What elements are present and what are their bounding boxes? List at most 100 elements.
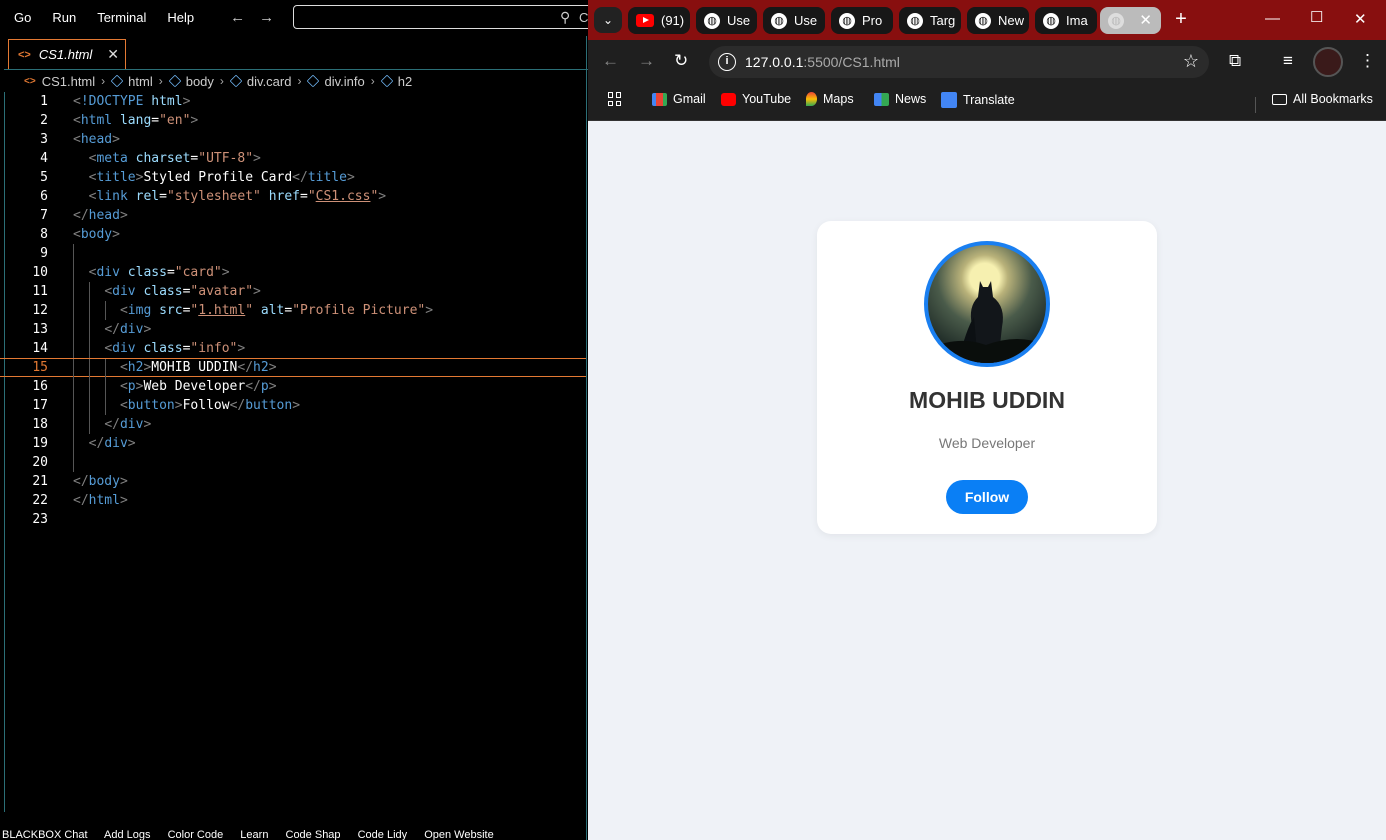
- code-line[interactable]: 12 <img src="1.html" alt="Profile Pictur…: [0, 301, 586, 320]
- code-token: >: [119, 474, 128, 489]
- back-arrow-icon[interactable]: ←: [230, 9, 245, 26]
- close-icon[interactable]: ✕: [1139, 11, 1152, 29]
- bookmark-youtube[interactable]: YouTube: [721, 92, 791, 106]
- breadcrumb-item[interactable]: div.info: [324, 74, 364, 89]
- media-queue-icon[interactable]: ≡: [1283, 51, 1293, 71]
- code-line[interactable]: 5 <title>Styled Profile Card</title>: [0, 168, 586, 187]
- code-text: <title>Styled Profile Card</title>: [73, 168, 355, 187]
- browser-tab[interactable]: ◍ Use: [763, 7, 825, 34]
- menu-help[interactable]: Help: [156, 10, 204, 25]
- kebab-menu-icon[interactable]: ⋮: [1359, 51, 1376, 71]
- code-line[interactable]: 10 <div class="card">: [0, 263, 586, 282]
- maximize-icon[interactable]: ☐: [1310, 8, 1323, 26]
- breadcrumb-item[interactable]: html: [128, 74, 153, 89]
- window-close-icon[interactable]: ✕: [1354, 10, 1367, 28]
- code-line[interactable]: 9: [0, 244, 586, 263]
- code-line[interactable]: 15 <h2>MOHIB UDDIN</h2>: [0, 358, 586, 378]
- breadcrumb-item[interactable]: CS1.html: [42, 74, 95, 89]
- code-token: "Profile Picture": [292, 303, 426, 318]
- code-line[interactable]: 11 <div class="avatar">: [0, 282, 586, 301]
- breadcrumb-item[interactable]: div.card: [247, 74, 292, 89]
- bookmark-star-icon[interactable]: ☆: [1183, 51, 1199, 72]
- status-item[interactable]: Color Code: [168, 830, 224, 840]
- forward-arrow-icon[interactable]: →: [638, 51, 655, 71]
- code-line[interactable]: 14 <div class="info">: [0, 339, 586, 358]
- code-token: </: [104, 322, 120, 337]
- bookmark-maps[interactable]: Maps: [806, 92, 854, 106]
- code-line[interactable]: 16 <p>Web Developer</p>: [0, 377, 586, 396]
- line-number: 7: [40, 208, 48, 223]
- bookmark-gmail[interactable]: Gmail: [652, 92, 706, 106]
- code-token: title: [307, 170, 347, 185]
- editor-tab-cs1[interactable]: <> CS1.html ✕: [8, 39, 126, 69]
- follow-button[interactable]: Follow: [946, 480, 1028, 514]
- line-number: 20: [32, 455, 48, 470]
- code-area[interactable]: 1 <!DOCTYPE html> 2 <html lang="en"> 3 <head>…: [0, 92, 586, 529]
- apps-grid-icon[interactable]: [608, 92, 622, 106]
- breadcrumb-item[interactable]: h2: [398, 74, 412, 89]
- globe-icon: ◍: [907, 12, 923, 29]
- line-number: 19: [32, 436, 48, 451]
- all-bookmarks-button[interactable]: All Bookmarks: [1272, 92, 1373, 106]
- command-center-search[interactable]: ⚲ C: [293, 5, 593, 29]
- code-line[interactable]: 21 </body>: [0, 472, 586, 491]
- status-item[interactable]: Code Shap: [286, 830, 341, 840]
- browser-tab[interactable]: ◍ New: [967, 7, 1029, 34]
- code-token: >: [174, 398, 183, 413]
- tab-search-chevron-icon[interactable]: ⌄: [594, 7, 622, 33]
- code-line[interactable]: 20: [0, 453, 586, 472]
- code-line[interactable]: 19 </div>: [0, 434, 586, 453]
- code-token: ": [245, 303, 254, 318]
- status-item[interactable]: Code Lidy: [358, 830, 408, 840]
- bookmark-news[interactable]: News: [874, 92, 926, 106]
- profile-avatar[interactable]: [1313, 47, 1343, 77]
- all-bookmarks-label: All Bookmarks: [1293, 92, 1373, 106]
- code-line[interactable]: 3 <head>: [0, 130, 586, 149]
- browser-tab[interactable]: (91): [628, 7, 690, 34]
- code-token: alt: [260, 303, 285, 318]
- back-arrow-icon[interactable]: ←: [602, 51, 619, 71]
- code-token: MOHIB UDDIN: [151, 360, 238, 375]
- site-info-icon[interactable]: i: [718, 53, 736, 71]
- menu-run[interactable]: Run: [41, 10, 86, 25]
- status-item[interactable]: Add Logs: [104, 830, 150, 840]
- code-token: p: [127, 379, 136, 394]
- code-text: </body>: [73, 472, 128, 491]
- address-bar[interactable]: i 127.0.0.1:5500/CS1.html ☆: [709, 46, 1209, 78]
- status-item[interactable]: Learn: [240, 830, 268, 840]
- minimize-icon[interactable]: —: [1265, 10, 1280, 27]
- browser-tab-active[interactable]: ◍ ✕: [1100, 7, 1161, 34]
- code-token: CS1.css: [315, 189, 371, 204]
- code-line[interactable]: 8 <body>: [0, 225, 586, 244]
- menu-terminal[interactable]: Terminal: [86, 10, 156, 25]
- browser-tab[interactable]: ◍ Pro: [831, 7, 893, 34]
- code-line[interactable]: 23: [0, 510, 586, 529]
- forward-arrow-icon[interactable]: →: [259, 9, 274, 26]
- menu-go[interactable]: Go: [0, 10, 41, 25]
- status-item[interactable]: Open Website: [424, 830, 494, 840]
- code-token: 1.html: [198, 303, 246, 318]
- bookmark-translate[interactable]: Translate: [941, 92, 1015, 108]
- new-tab-plus-icon[interactable]: +: [1169, 8, 1193, 32]
- code-line[interactable]: 18 </div>: [0, 415, 586, 434]
- code-token: <: [73, 113, 81, 128]
- browser-tab[interactable]: ◍ Ima: [1035, 7, 1097, 34]
- browser-tab[interactable]: ◍ Use: [696, 7, 757, 34]
- breadcrumb-item[interactable]: body: [186, 74, 214, 89]
- code-line[interactable]: 6 <link rel="stylesheet" href="CS1.css">: [0, 187, 586, 206]
- editor-divider: [586, 36, 587, 840]
- code-line[interactable]: 7 </head>: [0, 206, 586, 225]
- extensions-puzzle-icon[interactable]: ⧉: [1229, 51, 1241, 71]
- code-line[interactable]: 2 <html lang="en">: [0, 111, 586, 130]
- code-line[interactable]: 17 <button>Follow</button>: [0, 396, 586, 415]
- reload-icon[interactable]: ↻: [674, 51, 688, 71]
- code-line[interactable]: 1 <!DOCTYPE html>: [0, 92, 586, 111]
- code-line[interactable]: 13 </div>: [0, 320, 586, 339]
- close-icon[interactable]: ✕: [107, 46, 119, 63]
- code-line[interactable]: 22 </html>: [0, 491, 586, 510]
- code-line[interactable]: 4 <meta charset="UTF-8">: [0, 149, 586, 168]
- browser-tab[interactable]: ◍ Targ: [899, 7, 961, 34]
- status-item[interactable]: BLACKBOX Chat: [2, 830, 88, 840]
- maps-pin-icon: [806, 92, 817, 106]
